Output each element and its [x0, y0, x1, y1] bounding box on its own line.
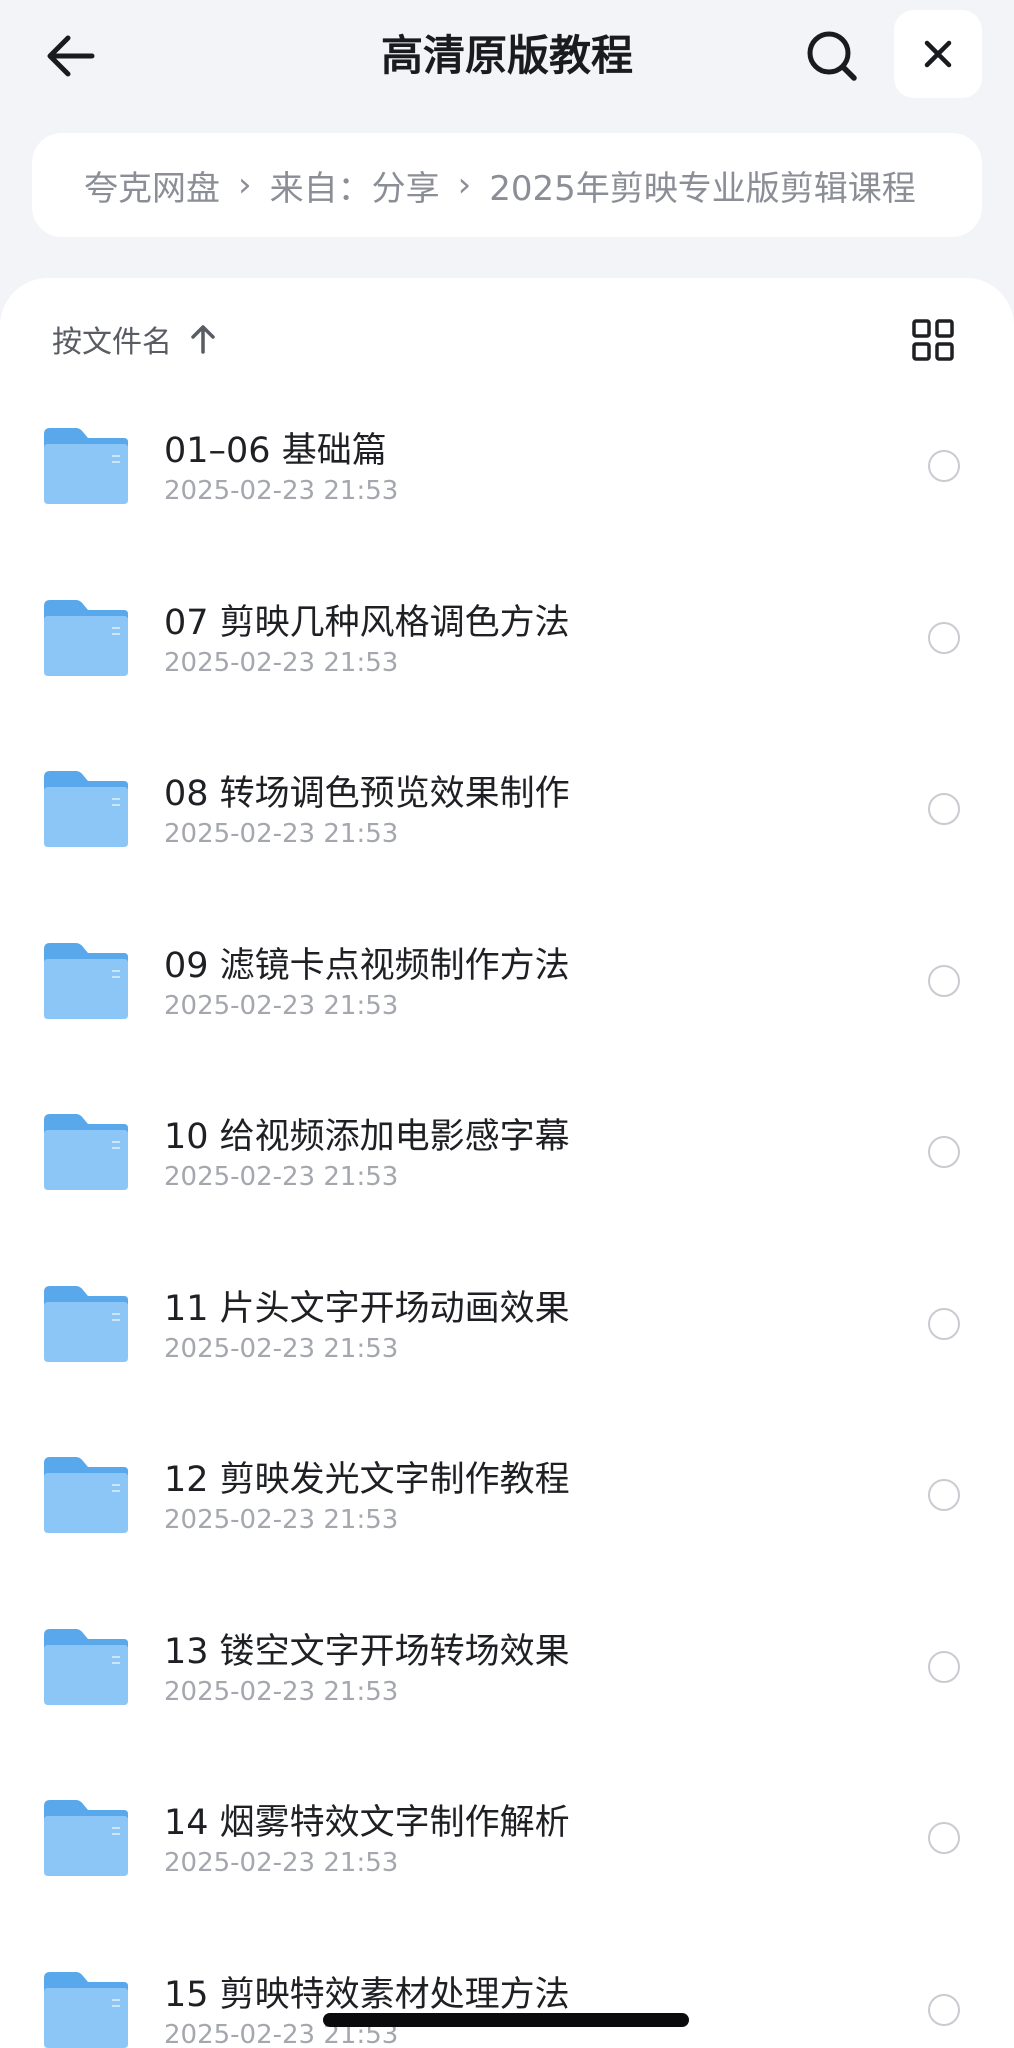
file-list-card: 按文件名 01–06 基础篇 2025-02-23 21:53 07 剪映几种风…	[0, 278, 1014, 2048]
list-item[interactable]: 13 镂空文字开场转场效果 2025-02-23 21:53	[0, 1579, 1014, 1751]
file-name: 13 镂空文字开场转场效果	[164, 1631, 570, 1672]
select-radio[interactable]	[928, 793, 960, 825]
file-name: 12 剪映发光文字制作教程	[164, 1460, 570, 1500]
select-radio[interactable]	[928, 450, 960, 482]
select-radio[interactable]	[928, 1479, 960, 1511]
file-browser-screen: 高清原版教程 夸克网盘 › 来自：分享 › 2025年剪映专业版剪辑课程 按文件…	[0, 0, 1014, 2048]
file-name: 09 滤镜卡点视频制作方法	[164, 945, 570, 986]
file-date: 2025-02-23 21:53	[164, 1848, 399, 1878]
folder-icon	[44, 1285, 128, 1362]
folder-icon	[44, 428, 128, 504]
folder-icon	[44, 1971, 128, 2048]
select-radio[interactable]	[928, 964, 960, 997]
home-indicator	[323, 2013, 689, 2027]
breadcrumb: 夸克网盘 › 来自：分享 › 2025年剪映专业版剪辑课程	[32, 133, 982, 237]
list-item[interactable]: 12 剪映发光文字制作教程 2025-02-23 21:53	[0, 1407, 1014, 1579]
file-date: 2025-02-23 21:53	[164, 1676, 399, 1707]
file-name: 11 片头文字开场动画效果	[164, 1288, 570, 1329]
list-item[interactable]: 07 剪映几种风格调色方法 2025-02-23 21:53	[0, 550, 1014, 722]
file-name: 08 转场调色预览效果制作	[164, 774, 570, 814]
top-bar: 高清原版教程	[0, 0, 1014, 110]
list-item[interactable]: 14 烟雾特效文字制作解析 2025-02-23 21:53	[0, 1750, 1014, 1922]
select-radio[interactable]	[928, 1650, 960, 1683]
file-date: 2025-02-23 21:53	[164, 1162, 399, 1192]
list-item[interactable]: 08 转场调色预览效果制作 2025-02-23 21:53	[0, 721, 1014, 893]
file-date: 2025-02-23 21:53	[164, 819, 399, 849]
file-date: 2025-02-23 21:53	[164, 1333, 399, 1364]
select-radio[interactable]	[928, 1136, 960, 1168]
close-button[interactable]	[894, 10, 982, 98]
folder-icon	[44, 942, 128, 1019]
list-item[interactable]: 01–06 基础篇 2025-02-23 21:53	[0, 378, 1014, 550]
close-icon	[924, 40, 952, 68]
list-item[interactable]: 15 剪映特效素材处理方法 2025-02-23 21:53	[0, 1922, 1014, 2048]
breadcrumb-item-current[interactable]: 2025年剪映专业版剪辑课程	[489, 161, 916, 210]
folder-icon	[44, 599, 128, 676]
list-item[interactable]: 10 给视频添加电影感字幕 2025-02-23 21:53	[0, 1064, 1014, 1236]
folder-icon	[44, 1457, 128, 1533]
chevron-right-icon: ›	[238, 165, 252, 205]
breadcrumb-item-share[interactable]: 来自：分享	[270, 161, 440, 210]
select-radio[interactable]	[928, 1993, 960, 2026]
arrow-up-icon	[190, 324, 216, 354]
file-name: 14 烟雾特效文字制作解析	[164, 1803, 570, 1843]
folder-icon	[44, 1628, 128, 1705]
chevron-right-icon: ›	[457, 165, 472, 205]
breadcrumb-item-root[interactable]: 夸克网盘	[84, 161, 220, 210]
search-button[interactable]	[800, 24, 864, 88]
select-radio[interactable]	[928, 1307, 960, 1340]
file-date: 2025-02-23 21:53	[164, 647, 399, 678]
file-name: 01–06 基础篇	[164, 431, 387, 471]
file-name: 07 剪映几种风格调色方法	[164, 602, 570, 643]
file-date: 2025-02-23 21:53	[164, 990, 399, 1021]
folder-icon	[44, 771, 128, 847]
folder-icon	[44, 1114, 128, 1190]
list-item[interactable]: 11 片头文字开场动画效果 2025-02-23 21:53	[0, 1236, 1014, 1408]
select-radio[interactable]	[928, 621, 960, 654]
folder-icon	[44, 1800, 128, 1876]
sort-button[interactable]: 按文件名	[52, 314, 216, 364]
file-name: 15 剪映特效素材处理方法	[164, 1974, 570, 2015]
file-date: 2025-02-23 21:53	[164, 476, 399, 506]
file-date: 2025-02-23 21:53	[164, 1505, 399, 1535]
select-radio[interactable]	[928, 1822, 960, 1854]
list-item[interactable]: 09 滤镜卡点视频制作方法 2025-02-23 21:53	[0, 893, 1014, 1065]
search-icon	[807, 31, 857, 81]
sort-label: 按文件名	[52, 325, 172, 360]
grid-view-button[interactable]	[908, 315, 958, 365]
grid-view-icon	[912, 319, 954, 361]
file-name: 10 给视频添加电影感字幕	[164, 1117, 570, 1157]
